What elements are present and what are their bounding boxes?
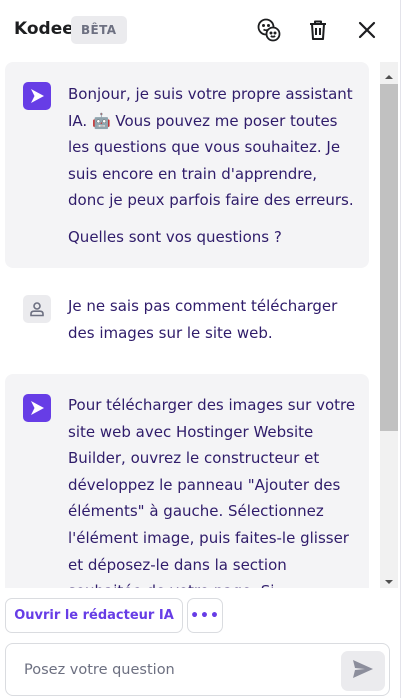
- kodee-logo-icon: [23, 394, 51, 422]
- more-options-button[interactable]: •••: [187, 598, 223, 633]
- user-message: Je ne sais pas comment télécharger des i…: [5, 278, 369, 356]
- close-button[interactable]: [351, 14, 383, 46]
- scroll-up-icon[interactable]: [384, 67, 394, 79]
- close-icon: [358, 21, 376, 39]
- composer: [5, 643, 390, 696]
- message-list[interactable]: Bonjour, je suis votre propre assistant …: [0, 60, 401, 588]
- assistant-message: Pour télécharger des images sur votre si…: [5, 374, 369, 588]
- message-text: Bonjour, je suis votre propre assistant …: [68, 85, 354, 210]
- assistant-title: Kodee: [14, 19, 74, 39]
- send-button[interactable]: [341, 651, 385, 691]
- emoji-icon: [256, 17, 282, 43]
- scrollbar-thumb[interactable]: [380, 84, 398, 431]
- question-input[interactable]: [6, 644, 336, 695]
- message-text: Je ne sais pas comment télécharger des i…: [68, 297, 338, 342]
- send-icon: [352, 659, 374, 683]
- user-icon: [23, 295, 51, 323]
- kodee-logo-icon: [23, 82, 51, 110]
- open-ai-editor-button[interactable]: Ouvrir le rédacteur IA: [5, 598, 183, 633]
- message-text: Quelles sont vos questions ?: [68, 228, 282, 246]
- message-text: Pour télécharger des images sur votre si…: [68, 396, 356, 588]
- chat-panel: Kodee BÊTA Bonjour, je suis votre propre…: [0, 0, 401, 698]
- assistant-message: Bonjour, je suis votre propre assistant …: [5, 62, 369, 268]
- chat-header: Kodee BÊTA: [0, 0, 401, 60]
- scroll-down-icon[interactable]: [384, 572, 394, 584]
- clear-chat-button[interactable]: [302, 14, 334, 46]
- beta-badge: BÊTA: [71, 16, 127, 44]
- trash-icon: [307, 19, 329, 41]
- feedback-button[interactable]: [253, 14, 285, 46]
